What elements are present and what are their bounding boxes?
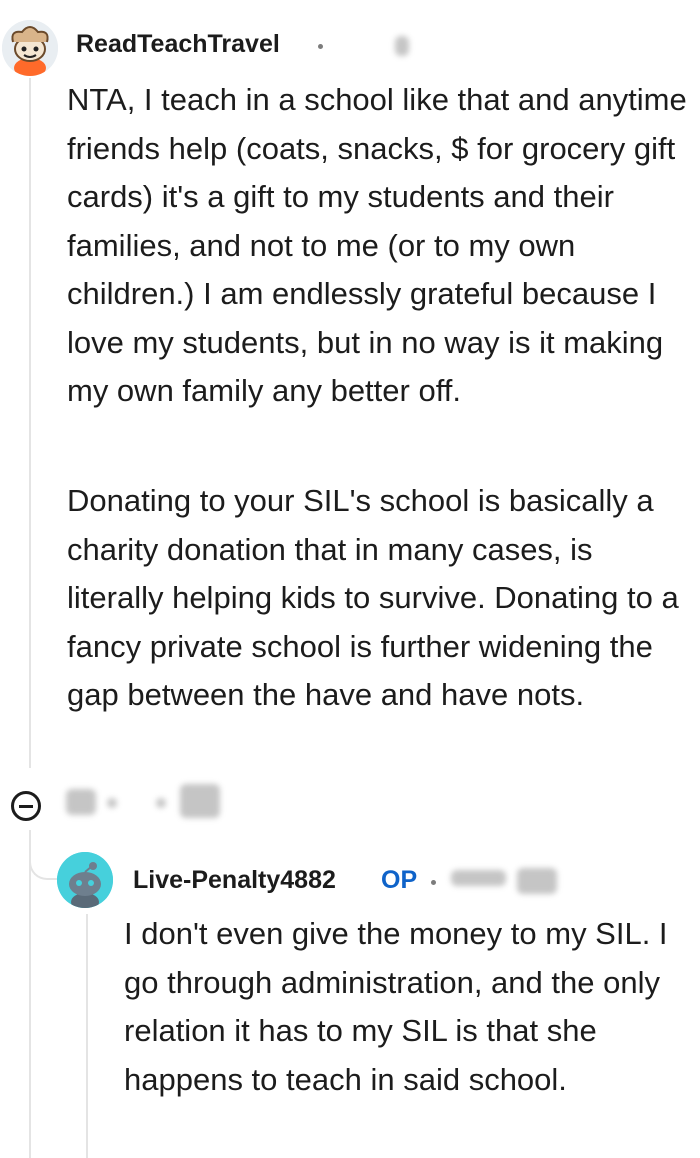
op-badge: OP — [381, 866, 418, 894]
reply-user-avatar[interactable] — [57, 852, 113, 908]
user-avatar[interactable] — [2, 20, 58, 76]
comment-username[interactable]: ReadTeachTravel — [76, 30, 280, 59]
comment-paragraph: NTA, I teach in a school like that and a… — [67, 82, 687, 408]
blurred-timestamp — [517, 868, 557, 894]
collapse-circle-minus-icon[interactable] — [11, 791, 41, 821]
snoo-avatar-icon — [2, 20, 58, 76]
reply-text: I don't even give the money to my SIL. I… — [124, 916, 668, 1097]
blurred-timestamp — [451, 870, 506, 886]
snoo-avatar-icon — [57, 852, 113, 908]
reply-connector — [29, 842, 59, 880]
thread-line — [29, 830, 31, 1158]
blurred-action — [180, 784, 220, 818]
blurred-timestamp — [395, 36, 409, 56]
blurred-action — [66, 789, 96, 815]
blurred-action — [156, 798, 166, 808]
blurred-action — [107, 798, 117, 808]
separator-dot — [318, 44, 323, 49]
reply-thread-line — [86, 914, 88, 1158]
thread-line — [29, 78, 31, 768]
separator-dot — [431, 880, 436, 885]
comment-paragraph: Donating to your SIL's school is basical… — [67, 483, 679, 712]
reply-username[interactable]: Live-Penalty4882 — [133, 866, 336, 895]
